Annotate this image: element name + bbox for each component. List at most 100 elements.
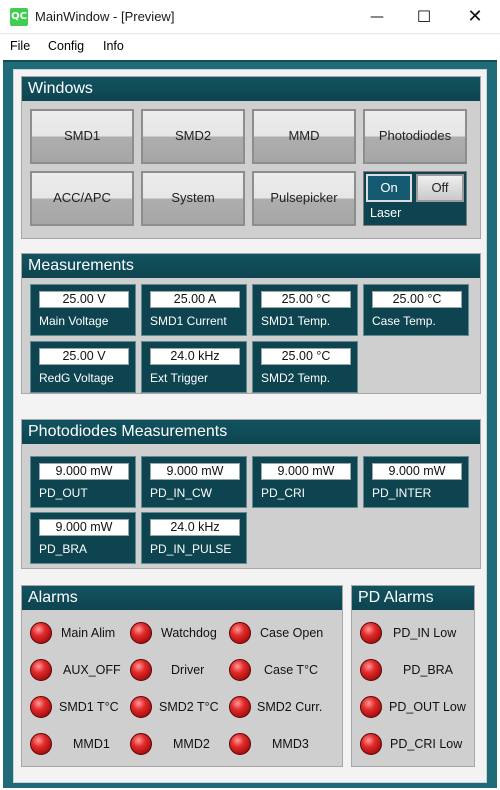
measurement-value: 25.00 V [39,348,129,365]
alarm-label: PD_OUT Low [389,700,466,714]
measurement-label: PD_IN_PULSE [150,542,232,556]
minimize-button[interactable]: — [354,0,400,34]
alarm-mmd2: MMD2 [130,731,226,757]
pd-measurement-cri: 9.000 mW PD_CRI [252,456,358,508]
content-frame: Windows SMD1 SMD2 MMD Photodiodes ACC/AP… [13,69,487,783]
maximize-button[interactable]: ☐ [401,0,447,34]
windows-group: Windows SMD1 SMD2 MMD Photodiodes ACC/AP… [21,76,481,239]
alarm-aux-off: AUX_OFF [30,657,126,683]
alarm-label: Case Open [260,626,324,640]
alarm-led [229,659,251,681]
pd-measurement-in-cw: 9.000 mW PD_IN_CW [141,456,247,508]
alarm-smd2-temp: SMD2 T°C [130,694,226,720]
alarm-led [360,659,382,681]
photodiodes-button[interactable]: Photodiodes [363,109,467,164]
alarm-case-open: Case Open [229,620,339,646]
measurement-case-temp: 25.00 °C Case Temp. [363,284,469,336]
measurement-label: Ext Trigger [150,371,209,385]
alarm-watchdog: Watchdog [130,620,226,646]
qt-creator-icon: QC [10,8,28,26]
alarm-led [30,733,52,755]
alarm-label: AUX_OFF [63,663,121,677]
measurement-smd1-current: 25.00 A SMD1 Current [141,284,247,336]
measurements-group-title: Measurements [22,254,480,278]
pulsepicker-button[interactable]: Pulsepicker [252,171,356,226]
pd-alarms-group: PD Alarms PD_IN Low PD_BRA PD_OUT Low PD… [351,585,475,767]
measurement-value: 9.000 mW [39,463,129,480]
alarm-label: Driver [171,663,205,677]
alarm-smd2-curr: SMD2 Curr. [229,694,339,720]
measurement-value: 25.00 A [150,291,240,308]
alarm-label: Case T°C [264,663,319,677]
system-button[interactable]: System [141,171,245,226]
measurement-label: SMD1 Current [150,314,227,328]
alarm-main-alim: Main Alim [30,620,126,646]
alarm-smd1-temp: SMD1 T°C [30,694,126,720]
alarms-group: Alarms Main Alim Watchdog Case Open AUX_… [21,585,343,767]
measurement-main-voltage: 25.00 V Main Voltage [30,284,136,336]
alarm-led [229,733,251,755]
menu-bar: File Config Info [0,35,500,57]
menu-config[interactable]: Config [48,39,84,53]
measurement-label: PD_BRA [39,542,88,556]
alarm-label: SMD2 Curr. [257,700,323,714]
alarm-label: PD_CRI Low [390,737,463,751]
measurement-ext-trigger: 24.0 kHz Ext Trigger [141,341,247,393]
mmd-button[interactable]: MMD [252,109,356,164]
alarm-label: PD_IN Low [393,626,457,640]
alarm-led [229,622,251,644]
alarm-case-temp: Case T°C [229,657,339,683]
alarm-led [130,622,152,644]
laser-on-button[interactable]: On [366,174,412,202]
measurement-redg-voltage: 25.00 V RedG Voltage [30,341,136,393]
close-button[interactable]: ✕ [452,0,498,34]
alarm-label: SMD1 T°C [59,700,119,714]
pd-measurements-group: Photodiodes Measurements 9.000 mW PD_OUT… [21,419,481,569]
alarm-led [360,696,382,718]
pd-measurement-bra: 9.000 mW PD_BRA [30,512,136,564]
measurement-label: PD_OUT [39,486,88,500]
measurement-value: 25.00 °C [261,348,351,365]
alarm-led [360,622,382,644]
pd-measurement-inter: 9.000 mW PD_INTER [363,456,469,508]
measurement-label: Main Voltage [39,314,109,328]
laser-label: Laser [370,206,402,220]
measurement-label: PD_CRI [261,486,306,500]
measurement-value: 25.00 °C [372,291,462,308]
title-bar: QC MainWindow - [Preview] — ☐ ✕ [0,0,500,34]
alarm-led [360,733,382,755]
pd-alarm-bra: PD_BRA [360,657,470,683]
alarm-label: Watchdog [161,626,217,640]
pd-alarm-cri-low: PD_CRI Low [360,731,470,757]
measurement-label: PD_IN_CW [150,486,213,500]
alarm-led [30,659,52,681]
measurement-value: 24.0 kHz [150,348,240,365]
alarm-mmd3: MMD3 [229,731,339,757]
alarm-led [30,622,52,644]
alarms-group-title: Alarms [22,586,342,610]
measurement-value: 9.000 mW [372,463,462,480]
alarm-mmd1: MMD1 [30,731,126,757]
measurement-value: 25.00 V [39,291,129,308]
measurement-label: SMD1 Temp. [261,314,331,328]
alarm-led [30,696,52,718]
measurement-value: 9.000 mW [39,519,129,536]
menu-info[interactable]: Info [103,39,124,53]
alarm-led [130,696,152,718]
alarm-label: MMD2 [173,737,210,751]
alarm-label: SMD2 T°C [159,700,219,714]
alarm-led [130,733,152,755]
acc-apc-button[interactable]: ACC/APC [30,171,134,226]
measurement-label: Case Temp. [372,314,436,328]
laser-off-button[interactable]: Off [416,174,464,202]
window-title: MainWindow - [Preview] [35,9,175,24]
windows-group-title: Windows [22,77,480,101]
main-area: Windows SMD1 SMD2 MMD Photodiodes ACC/AP… [3,60,497,788]
smd1-button[interactable]: SMD1 [30,109,134,164]
measurement-value: 9.000 mW [261,463,351,480]
pd-alarm-in-low: PD_IN Low [360,620,470,646]
smd2-button[interactable]: SMD2 [141,109,245,164]
menu-file[interactable]: File [10,39,30,53]
alarm-label: MMD1 [73,737,110,751]
alarm-led [130,659,152,681]
